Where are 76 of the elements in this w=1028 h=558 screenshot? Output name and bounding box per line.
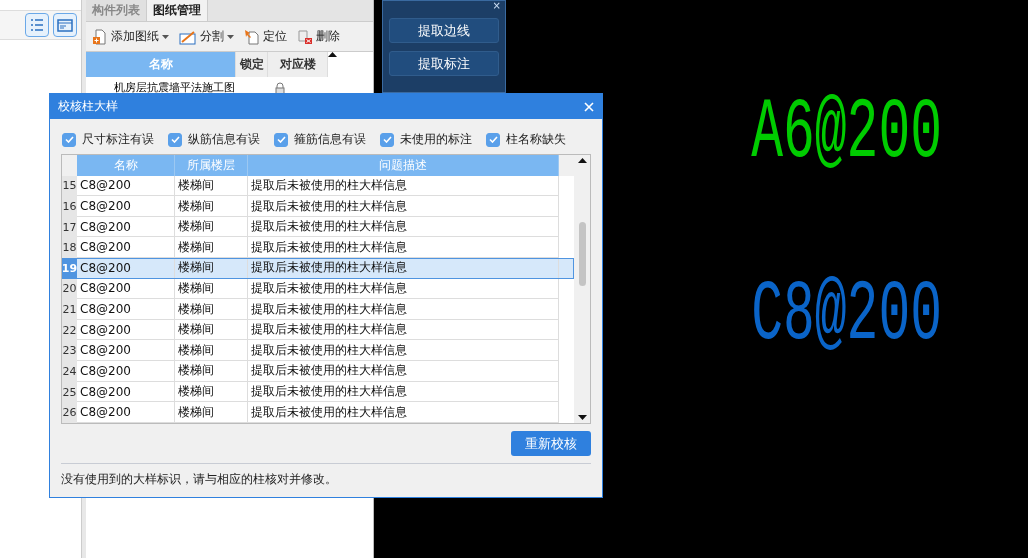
table-cell: C8@200 <box>77 402 175 423</box>
dialog-title: 校核柱大样 <box>58 98 118 115</box>
status-message: 没有使用到的大样标识，请与相应的柱核对并修改。 <box>61 463 591 488</box>
column-header: 锁定 <box>236 52 268 77</box>
check-icon <box>170 136 180 143</box>
table-cell: 楼梯间 <box>175 402 248 423</box>
palette-button[interactable]: 提取边线 <box>389 18 499 43</box>
table-cell: 楼梯间 <box>175 299 248 320</box>
toolbar-button[interactable]: 添加图纸 <box>90 28 171 45</box>
row-number: 19 <box>62 258 77 279</box>
table-cell: 提取后未被使用的柱大样信息 <box>248 402 559 423</box>
cad-text: A6@200 <box>751 92 942 177</box>
filter-checkbox[interactable]: 未使用的标注 <box>380 131 472 148</box>
delete-file-icon <box>297 28 313 45</box>
panel-tab[interactable]: 图纸管理 <box>147 0 208 21</box>
row-number: 18 <box>62 237 77 259</box>
row-number: 21 <box>62 299 77 320</box>
table-row[interactable]: 19 C8@200 楼梯间 提取后未被使用的柱大样信息 <box>62 258 574 279</box>
table-cell: C8@200 <box>77 196 175 217</box>
row-number: 22 <box>62 319 77 341</box>
row-number: 23 <box>62 340 77 362</box>
filter-checkbox[interactable]: 柱名称缺失 <box>486 131 566 148</box>
scroll-thumb[interactable] <box>578 222 586 286</box>
table-cell: C8@200 <box>77 258 175 279</box>
add-file-icon <box>92 28 108 45</box>
window-view-button[interactable] <box>53 13 77 37</box>
locate-icon <box>244 28 260 45</box>
table-cell: 提取后未被使用的柱大样信息 <box>248 299 559 320</box>
recheck-button[interactable]: 重新校核 <box>511 431 591 456</box>
filter-checkbox[interactable]: 纵筋信息有误 <box>168 131 260 148</box>
list-icon <box>30 19 44 31</box>
check-icon <box>64 136 74 143</box>
scrollbar[interactable] <box>574 155 590 423</box>
toolbar-button[interactable]: 分割 <box>177 28 236 45</box>
window-icon <box>57 18 73 32</box>
row-number: 16 <box>62 196 77 217</box>
table-cell: 楼梯间 <box>175 196 248 217</box>
table-cell: 提取后未被使用的柱大样信息 <box>248 361 559 382</box>
toolbar-button[interactable]: 定位 <box>242 28 289 45</box>
table-cell: 提取后未被使用的柱大样信息 <box>248 196 559 217</box>
filter-checkbox[interactable]: 尺寸标注有误 <box>62 131 154 148</box>
check-icon <box>488 136 498 143</box>
checkbox[interactable] <box>274 132 288 147</box>
checkbox[interactable] <box>486 132 500 147</box>
list-view-button[interactable] <box>25 13 49 37</box>
row-number: 17 <box>62 216 77 238</box>
column-header: 所属楼层 <box>175 155 248 176</box>
row-number: 26 <box>62 402 77 423</box>
column-header: 名称 <box>86 52 236 77</box>
table-cell: 楼梯间 <box>175 361 248 382</box>
checkbox[interactable] <box>380 132 394 147</box>
row-number: 24 <box>62 361 77 382</box>
checkbox[interactable] <box>62 132 76 147</box>
filter-checkbox[interactable]: 箍筋信息有误 <box>274 131 366 148</box>
check-icon <box>382 136 392 143</box>
row-number: 20 <box>62 278 77 300</box>
cad-text: C8@200 <box>751 274 942 359</box>
table-cell-text: 机房层抗震墙平法施工图 <box>114 80 236 96</box>
scroll-up-icon[interactable] <box>577 158 587 163</box>
row-number: 25 <box>62 381 77 403</box>
close-icon[interactable] <box>584 101 594 112</box>
column-header: 对应楼 <box>268 52 328 77</box>
checkbox[interactable] <box>168 132 182 147</box>
table-cell: C8@200 <box>77 361 175 382</box>
column-header: 名称 <box>77 155 175 176</box>
palette-button[interactable]: 提取标注 <box>389 51 499 76</box>
check-icon <box>276 136 286 143</box>
row-number: 15 <box>62 175 77 197</box>
column-header: 问题描述 <box>248 155 559 176</box>
table-cell: C8@200 <box>77 299 175 320</box>
close-button[interactable]: × <box>492 1 501 11</box>
split-icon <box>179 28 197 45</box>
table-cell: 提取后未被使用的柱大样信息 <box>248 258 559 279</box>
scroll-down-icon[interactable] <box>577 415 587 420</box>
toolbar-button[interactable]: 删除 <box>295 28 342 45</box>
table-cell: 楼梯间 <box>175 258 248 279</box>
